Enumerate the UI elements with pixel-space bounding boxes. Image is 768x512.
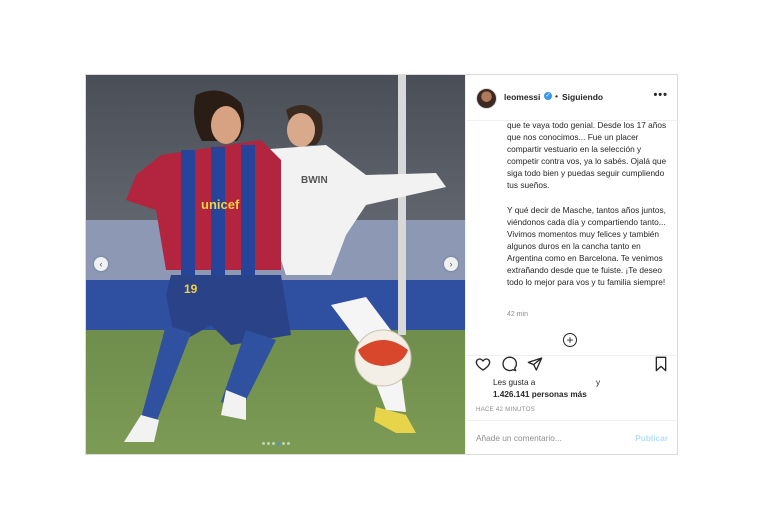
- white-shirt-sponsor-text: BWIN: [301, 175, 328, 186]
- likes-suffix: personas más: [531, 390, 587, 399]
- carousel-indicator: [86, 442, 465, 445]
- bookmark-icon[interactable]: [653, 356, 669, 372]
- post-sidebar: leomessi ✓ • Siguiendo ••• que te vaya t…: [465, 75, 678, 454]
- likes-count-link[interactable]: 1.426.141 personas más: [493, 390, 587, 399]
- following-button[interactable]: Siguiendo: [562, 92, 603, 102]
- likes-count: 1.426.141: [493, 390, 530, 399]
- caption-time: 42 min: [507, 311, 529, 318]
- separator-dot: •: [555, 91, 558, 101]
- post-timestamp: HACE 42 MINUTOS: [476, 406, 535, 413]
- share-icon[interactable]: [527, 356, 543, 372]
- verified-icon: ✓: [544, 92, 552, 100]
- post-header: leomessi ✓ • Siguiendo •••: [466, 75, 678, 121]
- likes-prefix: Les gusta a: [493, 378, 536, 387]
- avatar[interactable]: [476, 88, 497, 109]
- post-photo[interactable]: unicef 19 BWIN ‹ ›: [86, 75, 465, 454]
- shorts-number: 19: [184, 282, 198, 296]
- actions-divider: [466, 355, 678, 356]
- more-icon[interactable]: •••: [653, 89, 668, 101]
- carousel-prev-button[interactable]: ‹: [94, 257, 108, 271]
- shirt-sponsor-text: unicef: [201, 197, 240, 212]
- heart-icon[interactable]: [475, 356, 491, 372]
- carousel-dot: [271, 442, 275, 445]
- carousel-dot: [266, 442, 270, 445]
- comment-bar: Añade un comentario... Publicar: [466, 420, 678, 455]
- likes-conjunction: y: [596, 378, 601, 387]
- carousel-dot: [286, 442, 290, 445]
- username-link[interactable]: leomessi: [504, 92, 540, 102]
- post-caption: que te vaya todo genial. Desde los 17 añ…: [507, 120, 667, 288]
- carousel-next-button[interactable]: ›: [444, 257, 458, 271]
- instagram-post: unicef 19 BWIN ‹ › leomessi ✓ • Siguiend…: [85, 74, 678, 455]
- carousel-dot: [261, 442, 265, 445]
- comment-input[interactable]: Añade un comentario...: [476, 433, 562, 443]
- comment-icon[interactable]: [501, 356, 517, 372]
- publish-button[interactable]: Publicar: [635, 433, 668, 443]
- caption-paragraph-1: que te vaya todo genial. Desde los 17 añ…: [507, 120, 667, 191]
- carousel-dot: [281, 442, 285, 445]
- carousel-dot: [276, 442, 280, 445]
- football-photo: unicef 19 BWIN: [86, 75, 465, 454]
- add-circle-icon[interactable]: +: [563, 333, 577, 347]
- caption-paragraph-2: Y qué decir de Masche, tantos años junto…: [507, 204, 666, 288]
